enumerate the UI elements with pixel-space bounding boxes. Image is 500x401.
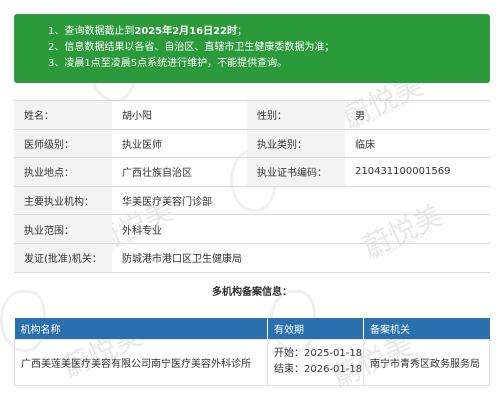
info-row-name: 姓名： 胡小阳 性别： 男 [14,100,490,130]
validity-end-date: 2026-01-18 [304,364,363,375]
name-label: 姓名： [14,100,112,130]
level-label: 医师级别： [14,129,112,159]
multi-org-table: 机构名称 有效期 备案机关 广西美莲美医疗美容有限公司南宁医疗美容外科诊所 开始… [14,318,490,386]
table-row: 广西美莲美医疗美容有限公司南宁医疗美容外科诊所 开始：2025-01-18 结束… [14,338,490,386]
gender-value: 男 [345,100,490,130]
cert-value: 210431100001569 [345,157,490,187]
issuer-value: 防城港市港口区卫生健康局 [112,243,490,273]
info-row-scope: 执业范围： 外科专业 [14,214,490,244]
validity-start: 开始：2025-01-18 [274,346,363,362]
level-value: 执业医师 [112,129,247,159]
notice-line-2: 2、信息数据结果以各省、自治区、直辖市卫生健康委数据为准； [48,42,335,53]
validity-end-label: 结束： [274,364,304,375]
multi-org-title: 多机构备案信息： [212,287,292,298]
info-row-level: 医师级别： 执业医师 执业类别： 临床 [14,129,490,159]
place-label: 执业地点： [14,157,112,187]
row-validity: 开始：2025-01-18 结束：2026-01-18 [267,338,364,386]
validity-start-date: 2025-01-18 [304,348,363,359]
issuer-label: 发证(批准)机关： [14,243,112,273]
multi-org-header: 机构名称 有效期 备案机关 [14,318,490,339]
scope-value: 外科专业 [112,214,490,244]
row-org-name: 广西美莲美医疗美容有限公司南宁医疗美容外科诊所 [14,338,268,386]
header-validity: 有效期 [267,318,364,339]
place-value: 广西壮族自治区 [112,157,247,187]
name-value: 胡小阳 [112,100,247,130]
validity-start-label: 开始： [274,348,304,359]
info-row-issuer: 发证(批准)机关： 防城港市港口区卫生健康局 [14,243,490,273]
info-row-org: 主要执业机构： 华美医疗美容门诊部 [14,186,490,216]
cert-label: 执业证书编码： [247,157,345,187]
notice-line-1: 1、查询数据截止到2025年2月16日22时； [48,24,490,40]
notice-line-1-suffix: ； [237,26,247,37]
notice-line-1-prefix: 1、查询数据截止到 [48,26,135,37]
notice-banner: 1、查询数据截止到2025年2月16日22时； 2、信息数据结果以各省、自治区、… [14,14,490,83]
gender-label: 性别： [247,100,345,130]
info-row-place: 执业地点： 广西壮族自治区 执业证书编码： 210431100001569 [14,157,490,187]
category-value: 临床 [345,129,490,159]
doctor-info-table: 姓名： 胡小阳 性别： 男 医师级别： 执业医师 执业类别： 临床 执业地点： … [14,100,490,273]
notice-line-3: 3、凌晨1点至凌晨5点系统进行维护，不能提供查询。 [48,58,288,69]
header-authority: 备案机关 [363,318,490,339]
scope-label: 执业范围： [14,214,112,244]
validity-end: 结束：2026-01-18 [274,362,363,378]
row-authority: 南宁市青秀区政务服务局 [363,338,490,386]
org-label: 主要执业机构： [14,186,112,216]
org-value: 华美医疗美容门诊部 [112,186,490,216]
header-org-name: 机构名称 [14,318,268,339]
category-label: 执业类别： [247,129,345,159]
notice-cutoff-date: 2025年2月16日22时 [134,26,237,37]
